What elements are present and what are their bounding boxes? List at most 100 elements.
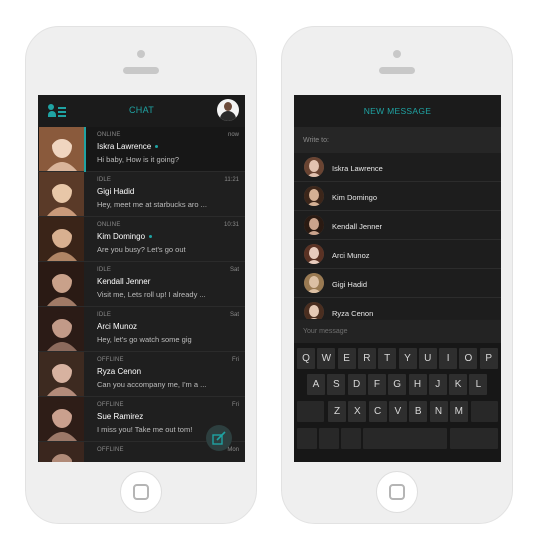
keyboard-function-key[interactable] bbox=[297, 401, 324, 422]
camera-dot bbox=[137, 50, 145, 58]
chat-screen: CHAT ONLINE now Iskra Lawrence Hi baby, How… bbox=[38, 95, 245, 462]
keyboard-key[interactable]: Q bbox=[297, 348, 315, 369]
contact-photo bbox=[39, 307, 84, 351]
message-time: Fri bbox=[232, 357, 239, 363]
keyboard-key[interactable]: D bbox=[347, 374, 366, 395]
keyboard-key[interactable]: Z bbox=[328, 401, 346, 422]
keyboard-function-key[interactable] bbox=[363, 428, 447, 449]
contact-item[interactable]: Kim Domingo bbox=[294, 182, 501, 211]
keyboard-key[interactable]: F bbox=[367, 374, 386, 395]
write-to-label: Write to: bbox=[303, 137, 329, 144]
keyboard-key[interactable]: R bbox=[357, 348, 376, 369]
keyboard-key[interactable]: C bbox=[368, 401, 387, 422]
online-dot bbox=[149, 235, 153, 239]
keyboard-key[interactable]: A bbox=[307, 374, 325, 395]
keyboard-key[interactable]: N bbox=[429, 401, 448, 422]
contact-photo bbox=[39, 127, 84, 171]
keyboard-key[interactable]: V bbox=[388, 401, 407, 422]
keyboard-key[interactable]: E bbox=[337, 348, 356, 369]
message-time: Fri bbox=[232, 402, 239, 408]
message-preview: Are you busy? Let's go out bbox=[97, 245, 186, 254]
contact-status: OFFLINE bbox=[97, 447, 124, 453]
contact-name: Iskra Lawrence bbox=[97, 142, 159, 151]
message-preview: Can you accompany me, I'm a ... bbox=[97, 380, 207, 389]
keyboard-key[interactable]: X bbox=[348, 401, 367, 422]
keyboard-function-key[interactable] bbox=[297, 428, 317, 449]
contact-avatar bbox=[304, 215, 324, 235]
message-time: Mon bbox=[227, 447, 239, 453]
contact-item[interactable]: Ryza Cenon bbox=[294, 298, 501, 319]
keyboard-key[interactable]: G bbox=[388, 374, 407, 395]
camera-dot bbox=[393, 50, 401, 58]
keyboard-function-key[interactable] bbox=[450, 428, 498, 449]
keyboard-key[interactable]: J bbox=[428, 374, 447, 395]
keyboard-key[interactable]: T bbox=[378, 348, 397, 369]
contact-status: OFFLINE bbox=[97, 402, 124, 408]
compose-icon bbox=[212, 431, 226, 445]
conversation-row[interactable]: IDLE Sat Arci Munoz Hey, let's go watch som… bbox=[38, 307, 245, 352]
keyboard-key[interactable]: I bbox=[439, 348, 458, 369]
contact-photo bbox=[39, 217, 84, 261]
message-time: 10:31 bbox=[223, 222, 239, 228]
contact-name: Kim Domingo bbox=[332, 193, 378, 202]
contact-name: Ryza Cenon bbox=[332, 309, 374, 318]
conversation-row[interactable]: IDLE 11:21 Gigi Hadid Hey, meet me at starb… bbox=[38, 172, 245, 217]
contact-item[interactable]: Gigi Hadid bbox=[294, 269, 501, 298]
recipient-field[interactable]: Write to: bbox=[294, 127, 501, 153]
contact-name: Arci Munoz bbox=[332, 251, 370, 260]
message-preview: Hey, meet me at starbucks aro ... bbox=[97, 200, 207, 209]
profile-avatar[interactable] bbox=[217, 99, 239, 121]
contact-name: Sue Ramirez bbox=[97, 412, 144, 421]
new-message-header: NEW MESSAGE bbox=[294, 95, 501, 127]
keyboard-key[interactable]: H bbox=[408, 374, 427, 395]
keyboard-key[interactable]: W bbox=[317, 348, 336, 369]
contact-name: Ryza Cenon bbox=[97, 367, 142, 376]
contact-status: IDLE bbox=[97, 312, 112, 318]
conversation-row[interactable]: IDLE Sat Kendall Jenner Visit me, Lets roll… bbox=[38, 262, 245, 307]
keyboard-function-key[interactable] bbox=[341, 428, 361, 449]
conversation-row[interactable]: OFFLINE Fri Ryza Cenon Can you accompany me… bbox=[38, 352, 245, 397]
contact-photo bbox=[39, 352, 84, 396]
message-time: Sat bbox=[229, 267, 239, 273]
contact-photo bbox=[39, 262, 84, 306]
message-time: Sat bbox=[229, 312, 239, 318]
home-button[interactable] bbox=[120, 471, 162, 513]
contact-photo bbox=[39, 442, 84, 462]
contact-avatar bbox=[304, 244, 324, 264]
keyboard: QWERTYUIOP ASDFGHJKL ZXCVBNM bbox=[294, 343, 501, 462]
contact-name: Kim Domingo bbox=[97, 232, 153, 241]
contact-item[interactable]: Arci Munoz bbox=[294, 240, 501, 269]
contact-avatar bbox=[304, 157, 324, 177]
chat-topbar: CHAT bbox=[38, 95, 245, 127]
keyboard-key[interactable]: M bbox=[449, 401, 468, 422]
contact-status: IDLE bbox=[97, 177, 112, 183]
contact-item[interactable]: Iskra Lawrence bbox=[294, 153, 501, 182]
conversation-row[interactable]: ONLINE now Iskra Lawrence Hi baby, How is i… bbox=[38, 127, 245, 172]
contact-list: Iskra Lawrence Kim Domingo Kendall Jenner A… bbox=[294, 153, 501, 319]
phone-frame-right: NEW MESSAGE Write to: Iskra Lawrence Kim … bbox=[281, 26, 513, 524]
keyboard-key[interactable]: P bbox=[479, 348, 498, 369]
message-time: 11:21 bbox=[224, 177, 239, 183]
message-input[interactable]: Your message bbox=[294, 320, 501, 343]
message-preview: I miss you! Take me out tom! bbox=[97, 425, 193, 434]
keyboard-key[interactable]: S bbox=[327, 374, 346, 395]
message-placeholder: Your message bbox=[303, 328, 348, 335]
keyboard-key[interactable]: Y bbox=[398, 348, 417, 369]
home-button[interactable] bbox=[376, 471, 418, 513]
keyboard-function-key[interactable] bbox=[319, 428, 339, 449]
contact-avatar bbox=[304, 273, 324, 293]
keyboard-key[interactable]: B bbox=[409, 401, 428, 422]
keyboard-key[interactable]: U bbox=[418, 348, 437, 369]
contact-name: Iskra Lawrence bbox=[332, 164, 383, 173]
keyboard-key[interactable]: L bbox=[469, 374, 488, 395]
message-preview: Hi baby, How is it going? bbox=[97, 155, 179, 164]
compose-button[interactable] bbox=[206, 425, 232, 451]
contact-photo bbox=[39, 172, 84, 216]
keyboard-function-key[interactable] bbox=[471, 401, 498, 422]
contact-item[interactable]: Kendall Jenner bbox=[294, 211, 501, 240]
contact-avatar bbox=[304, 186, 324, 206]
keyboard-key[interactable]: O bbox=[459, 348, 478, 369]
keyboard-key[interactable]: K bbox=[449, 374, 468, 395]
message-preview: Hey, let's go watch some gig bbox=[97, 335, 192, 344]
conversation-row[interactable]: ONLINE 10:31 Kim Domingo Are you busy? Let'… bbox=[38, 217, 245, 262]
